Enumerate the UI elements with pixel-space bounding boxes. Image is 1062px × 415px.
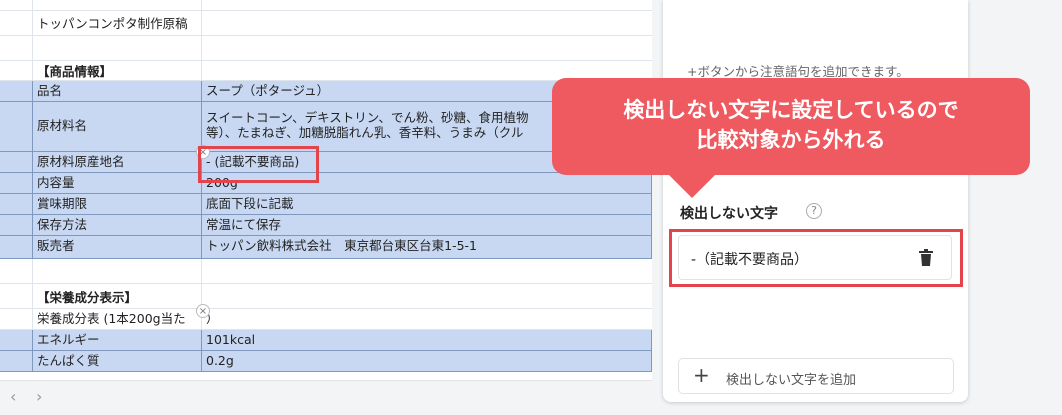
close-icon[interactable]: ×	[196, 304, 210, 318]
row-value[interactable]: 0.2g	[202, 351, 652, 371]
sheet-cell[interactable]	[32, 259, 202, 283]
plus-icon: +	[693, 363, 710, 387]
add-ignore-word-button[interactable]: + 検出しない文字を追加	[678, 358, 954, 394]
callout-line-1: 検出しない文字に設定しているので	[623, 98, 959, 122]
sheet-cell[interactable]	[202, 284, 652, 308]
sheet-cell[interactable]	[32, 0, 202, 10]
sheet-title-cell[interactable]: トッパンコンポタ制作原稿	[32, 11, 202, 35]
callout-line-2: 比較対象から外れる	[696, 128, 886, 152]
section-header-product[interactable]: 【商品情報】	[32, 61, 202, 80]
row-value[interactable]: 常温にて保存	[202, 215, 652, 235]
sheet-cell[interactable]	[202, 36, 652, 60]
sheet-cell[interactable]	[32, 36, 202, 60]
add-ignore-word-label: 検出しない文字を追加	[726, 373, 857, 388]
table-row: エネルギー 101kcal	[0, 330, 652, 351]
sheet-row	[0, 259, 652, 284]
callout-text: 検出しない文字に設定しているので 比較対象から外れる	[552, 95, 1030, 155]
sheet-row	[0, 36, 652, 61]
sheet-cell[interactable]	[202, 259, 652, 283]
sheet-cell[interactable]	[202, 11, 652, 35]
chevron-left-icon[interactable]: ‹	[10, 387, 16, 406]
settings-panel: +ボタンから注意語句を追加できます。 検出しない文字 ? -（記載不要商品） +…	[663, 0, 968, 402]
row-value[interactable]: ）	[202, 309, 652, 329]
row-label[interactable]: 栄養成分表 (1本200g当た	[32, 309, 202, 329]
table-row: 販売者 トッパン飲料株式会社 東京都台東区台東1-5-1	[0, 236, 652, 259]
chevron-right-icon[interactable]: ›	[36, 387, 42, 406]
row-label[interactable]: エネルギー	[32, 330, 202, 350]
annotation-highlight-cell	[198, 146, 319, 183]
row-value[interactable]: 底面下段に記載	[202, 194, 652, 214]
sheet-row: トッパンコンポタ制作原稿	[0, 11, 652, 36]
annotation-highlight-item	[669, 229, 963, 287]
row-label[interactable]: 内容量	[32, 173, 202, 193]
spreadsheet: トッパンコンポタ制作原稿 【商品情報】 品名 スープ（ポタージュ） 原材料名 ス…	[0, 0, 652, 380]
sheet-row: 栄養成分表 (1本200g当た ）	[0, 309, 652, 330]
sheet-row: 【商品情報】	[0, 61, 652, 81]
table-row: 保存方法 常温にて保存	[0, 215, 652, 236]
sheet-cell[interactable]	[202, 0, 652, 10]
table-row: 内容量 200g	[0, 173, 652, 194]
row-label[interactable]: 保存方法	[32, 215, 202, 235]
sheet-row: 【栄養成分表示】	[0, 284, 652, 309]
row-value[interactable]: トッパン飲料株式会社 東京都台東区台東1-5-1	[202, 236, 652, 258]
row-label[interactable]: 原材料名	[32, 102, 202, 151]
table-row: 賞味期限 底面下段に記載	[0, 194, 652, 215]
sheet-row	[0, 0, 652, 11]
row-label[interactable]: 賞味期限	[32, 194, 202, 214]
section-header-nutrition[interactable]: 【栄養成分表示】	[32, 284, 202, 308]
annotation-callout: 検出しない文字に設定しているので 比較対象から外れる	[552, 78, 1030, 175]
help-icon[interactable]: ?	[806, 203, 822, 219]
row-label[interactable]: 品名	[32, 81, 202, 101]
row-label[interactable]: たんぱく質	[32, 351, 202, 371]
row-label[interactable]: 原材料原産地名	[32, 152, 202, 172]
ignore-words-title: 検出しない文字	[680, 206, 778, 222]
row-value[interactable]: 101kcal	[202, 330, 652, 350]
callout-tail	[668, 174, 716, 198]
table-row: たんぱく質 0.2g	[0, 351, 652, 372]
row-label[interactable]: 販売者	[32, 236, 202, 258]
sheet-nav-bar: ‹ ›	[0, 380, 652, 415]
